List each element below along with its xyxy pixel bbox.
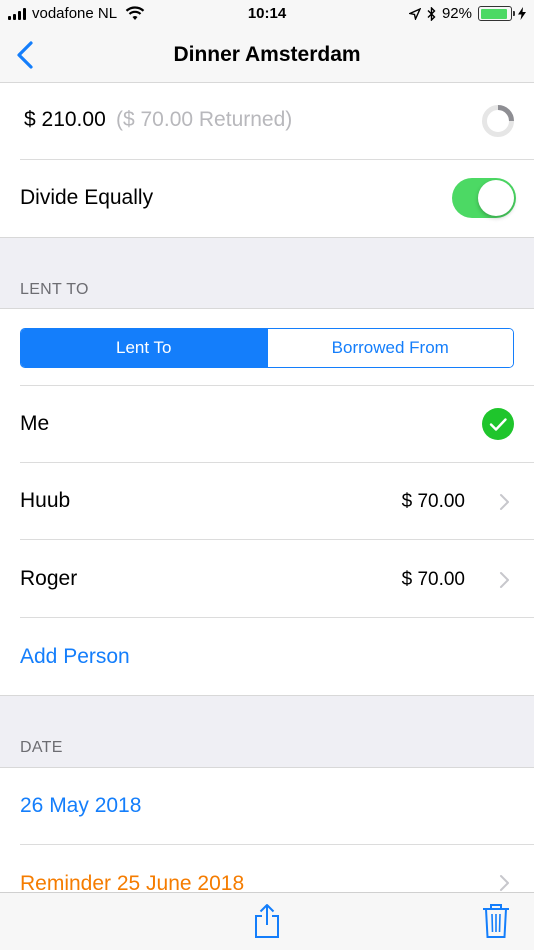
segment-borrowed-from[interactable]: Borrowed From — [266, 329, 513, 367]
charging-icon — [518, 7, 526, 20]
navigation-bar: Dinner Amsterdam — [0, 28, 534, 83]
bottom-toolbar — [0, 892, 534, 950]
share-icon[interactable] — [253, 903, 281, 939]
chevron-right-icon — [500, 875, 509, 891]
list-item[interactable]: Roger $ 70.00 — [0, 540, 534, 618]
segment-row: Lent To Borrowed From — [0, 309, 534, 386]
person-name: Roger — [20, 567, 78, 590]
battery-percent: 92% — [441, 5, 472, 22]
returned-amount: ($ 70.00 Returned) — [116, 108, 293, 131]
page-title: Dinner Amsterdam — [173, 43, 361, 66]
battery-icon — [478, 6, 515, 21]
checkmark-icon — [482, 408, 514, 440]
person-amount: $ 70.00 — [401, 491, 465, 512]
progress-ring-icon — [482, 105, 514, 137]
lent-borrowed-segmented-control: Lent To Borrowed From — [20, 328, 514, 368]
total-amount: $ 210.00 — [24, 108, 106, 131]
amount-row: $ 210.00 ($ 70.00 Returned) — [0, 83, 534, 160]
divider — [0, 695, 534, 696]
status-bar: vodafone NL 10:14 92% — [0, 0, 534, 28]
person-name: Huub — [20, 489, 71, 512]
date-value[interactable]: 26 May 2018 — [20, 794, 141, 818]
divider — [0, 237, 534, 238]
date-section-header: DATE — [20, 739, 63, 756]
location-icon — [408, 7, 421, 20]
divide-equally-toggle[interactable] — [452, 178, 516, 218]
lent-to-section-header: LENT TO — [20, 281, 89, 298]
segment-lent-to[interactable]: Lent To — [21, 329, 267, 367]
chevron-right-icon — [500, 494, 509, 510]
status-right: 92% — [408, 5, 526, 22]
list-item[interactable]: Huub $ 70.00 — [0, 463, 534, 540]
divide-equally-label: Divide Equally — [20, 186, 154, 209]
person-name: Me — [20, 412, 50, 435]
list-item[interactable]: Me — [0, 386, 534, 463]
person-amount: $ 70.00 — [401, 569, 465, 590]
add-person-row[interactable]: Add Person — [0, 618, 534, 695]
trash-icon[interactable] — [482, 903, 510, 939]
add-person-button[interactable]: Add Person — [20, 645, 130, 669]
bluetooth-icon — [427, 6, 436, 21]
chevron-right-icon — [500, 572, 509, 588]
divide-equally-row: Divide Equally — [0, 160, 534, 237]
date-row[interactable]: 26 May 2018 — [0, 768, 534, 845]
